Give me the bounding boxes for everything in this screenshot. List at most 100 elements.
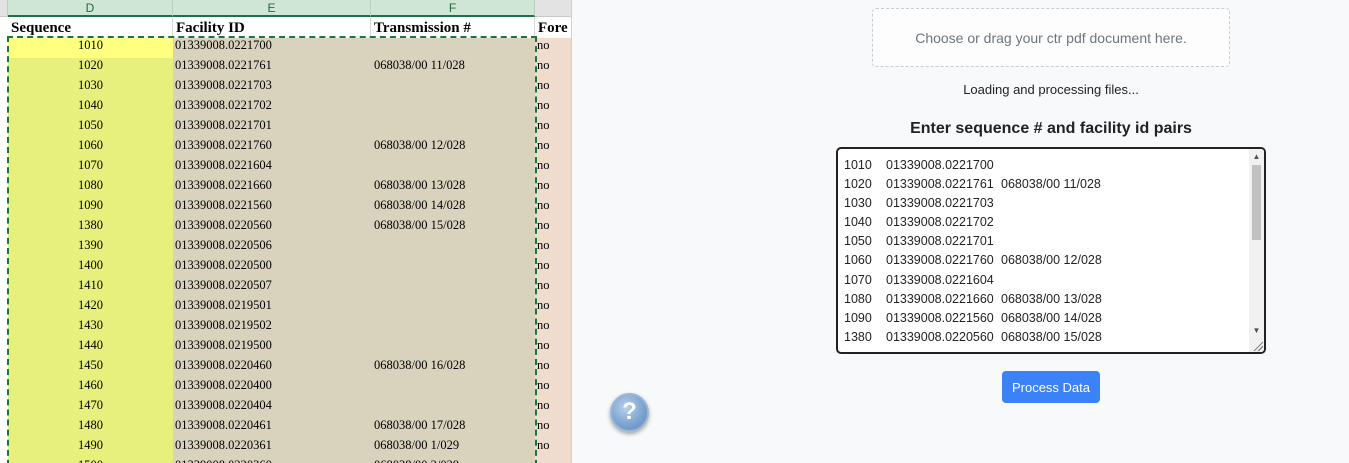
foreign-cell[interactable]: no bbox=[535, 458, 571, 463]
foreign-cell[interactable]: no bbox=[535, 278, 571, 298]
transmission-cell[interactable] bbox=[371, 398, 535, 418]
transmission-cell[interactable]: 068038/00 17/028 bbox=[371, 418, 535, 438]
pairs-textarea[interactable]: 1010 01339008.0221700 1020 01339008.0221761… bbox=[836, 147, 1266, 354]
sequence-cell[interactable]: 1060 bbox=[8, 138, 173, 158]
transmission-cell[interactable] bbox=[371, 78, 535, 98]
help-icon[interactable]: ? bbox=[610, 393, 649, 432]
facility-cell[interactable]: 01339008.0219501 bbox=[173, 298, 371, 318]
sequence-cell[interactable]: 1080 bbox=[8, 178, 173, 198]
transmission-cell[interactable] bbox=[371, 278, 535, 298]
facility-cell[interactable]: 01339008.0220460 bbox=[173, 358, 371, 378]
resize-handle-icon[interactable] bbox=[1253, 341, 1263, 351]
sequence-cell[interactable]: 1070 bbox=[8, 158, 173, 178]
facility-cell[interactable]: 01339008.0220500 bbox=[173, 258, 371, 278]
facility-cell[interactable]: 01339008.0220404 bbox=[173, 398, 371, 418]
pdf-dropzone[interactable]: Choose or drag your ctr pdf document her… bbox=[872, 8, 1230, 67]
transmission-cell[interactable] bbox=[371, 158, 535, 178]
sequence-cell[interactable]: 1490 bbox=[8, 438, 173, 458]
transmission-cell[interactable] bbox=[371, 258, 535, 278]
foreign-cell[interactable]: no bbox=[535, 38, 571, 58]
transmission-cell[interactable]: 068038/00 11/028 bbox=[371, 58, 535, 78]
scroll-down-arrow-icon[interactable]: ▼ bbox=[1249, 324, 1264, 338]
foreign-cell[interactable]: no bbox=[535, 78, 571, 98]
transmission-cell[interactable] bbox=[371, 318, 535, 338]
facility-cell[interactable]: 01339008.0221702 bbox=[173, 98, 371, 118]
facility-cell[interactable]: 01339008.0220506 bbox=[173, 238, 371, 258]
foreign-cell[interactable]: no bbox=[535, 178, 571, 198]
foreign-cell[interactable]: no bbox=[535, 338, 571, 358]
sequence-cell[interactable]: 1450 bbox=[8, 358, 173, 378]
facility-cell[interactable]: 01339008.0221703 bbox=[173, 78, 371, 98]
foreign-cell[interactable]: no bbox=[535, 118, 571, 138]
transmission-cell[interactable]: 068038/00 12/028 bbox=[371, 138, 535, 158]
header-foreign[interactable]: Fore bbox=[535, 18, 571, 38]
sequence-cell[interactable]: 1500 bbox=[8, 458, 173, 463]
column-letter-d[interactable]: D bbox=[8, 0, 173, 17]
sequence-cell[interactable]: 1460 bbox=[8, 378, 173, 398]
foreign-cell[interactable]: no bbox=[535, 238, 571, 258]
transmission-cell[interactable] bbox=[371, 378, 535, 398]
transmission-cell[interactable] bbox=[371, 298, 535, 318]
column-letter-g[interactable] bbox=[535, 0, 571, 17]
foreign-cell[interactable]: no bbox=[535, 98, 571, 118]
facility-cell[interactable]: 01339008.0221604 bbox=[173, 158, 371, 178]
header-transmission[interactable]: Transmission # bbox=[371, 18, 535, 38]
foreign-cell[interactable]: no bbox=[535, 58, 571, 78]
sequence-cell[interactable]: 1390 bbox=[8, 238, 173, 258]
foreign-cell[interactable]: no bbox=[535, 198, 571, 218]
foreign-cell[interactable]: no bbox=[535, 398, 571, 418]
transmission-cell[interactable] bbox=[371, 118, 535, 138]
header-facility-id[interactable]: Facility ID bbox=[173, 18, 371, 38]
sequence-cell[interactable]: 1410 bbox=[8, 278, 173, 298]
textarea-scrollbar[interactable]: ▲ ▼ bbox=[1249, 149, 1264, 352]
select-all-corner[interactable] bbox=[0, 0, 8, 17]
facility-cell[interactable]: 01339008.0221560 bbox=[173, 198, 371, 218]
sequence-cell[interactable]: 1010 bbox=[8, 38, 173, 58]
foreign-cell[interactable]: no bbox=[535, 298, 571, 318]
process-data-button[interactable]: Process Data bbox=[1002, 371, 1100, 403]
sequence-cell[interactable]: 1050 bbox=[8, 118, 173, 138]
facility-cell[interactable]: 01339008.0220400 bbox=[173, 378, 371, 398]
facility-cell[interactable]: 01339008.0221760 bbox=[173, 138, 371, 158]
sequence-cell[interactable]: 1480 bbox=[8, 418, 173, 438]
transmission-cell[interactable] bbox=[371, 238, 535, 258]
facility-cell[interactable]: 01339008.0219500 bbox=[173, 338, 371, 358]
sequence-cell[interactable]: 1470 bbox=[8, 398, 173, 418]
sequence-cell[interactable]: 1030 bbox=[8, 78, 173, 98]
facility-cell[interactable]: 01339008.0221701 bbox=[173, 118, 371, 138]
sequence-cell[interactable]: 1420 bbox=[8, 298, 173, 318]
transmission-cell[interactable] bbox=[371, 38, 535, 58]
sequence-cell[interactable]: 1020 bbox=[8, 58, 173, 78]
transmission-cell[interactable]: 068038/00 16/028 bbox=[371, 358, 535, 378]
foreign-cell[interactable]: no bbox=[535, 438, 571, 458]
scroll-up-arrow-icon[interactable]: ▲ bbox=[1249, 150, 1264, 164]
transmission-cell[interactable]: 068038/00 1/029 bbox=[371, 438, 535, 458]
transmission-cell[interactable]: 068038/00 2/029 bbox=[371, 458, 535, 463]
sequence-cell[interactable]: 1430 bbox=[8, 318, 173, 338]
facility-cell[interactable]: 01339008.0220361 bbox=[173, 438, 371, 458]
transmission-cell[interactable]: 068038/00 14/028 bbox=[371, 198, 535, 218]
sequence-cell[interactable]: 1380 bbox=[8, 218, 173, 238]
sequence-cell[interactable]: 1040 bbox=[8, 98, 173, 118]
facility-cell[interactable]: 01339008.0220507 bbox=[173, 278, 371, 298]
transmission-cell[interactable]: 068038/00 15/028 bbox=[371, 218, 535, 238]
facility-cell[interactable]: 01339008.0221761 bbox=[173, 58, 371, 78]
facility-cell[interactable]: 01339008.0221700 bbox=[173, 38, 371, 58]
scrollbar-thumb[interactable] bbox=[1252, 165, 1261, 240]
facility-cell[interactable]: 01339008.0221660 bbox=[173, 178, 371, 198]
header-sequence[interactable]: Sequence bbox=[8, 18, 173, 38]
sequence-cell[interactable]: 1440 bbox=[8, 338, 173, 358]
foreign-cell[interactable]: no bbox=[535, 258, 571, 278]
facility-cell[interactable]: 01339008.0220560 bbox=[173, 218, 371, 238]
sequence-cell[interactable]: 1400 bbox=[8, 258, 173, 278]
foreign-cell[interactable]: no bbox=[535, 378, 571, 398]
transmission-cell[interactable]: 068038/00 13/028 bbox=[371, 178, 535, 198]
facility-cell[interactable]: 01339008.0220461 bbox=[173, 418, 371, 438]
facility-cell[interactable]: 01339008.0219502 bbox=[173, 318, 371, 338]
column-letter-e[interactable]: E bbox=[173, 0, 371, 17]
sequence-cell[interactable]: 1090 bbox=[8, 198, 173, 218]
facility-cell[interactable]: 01339008.0220360 bbox=[173, 458, 371, 463]
transmission-cell[interactable] bbox=[371, 98, 535, 118]
foreign-cell[interactable]: no bbox=[535, 218, 571, 238]
foreign-cell[interactable]: no bbox=[535, 418, 571, 438]
